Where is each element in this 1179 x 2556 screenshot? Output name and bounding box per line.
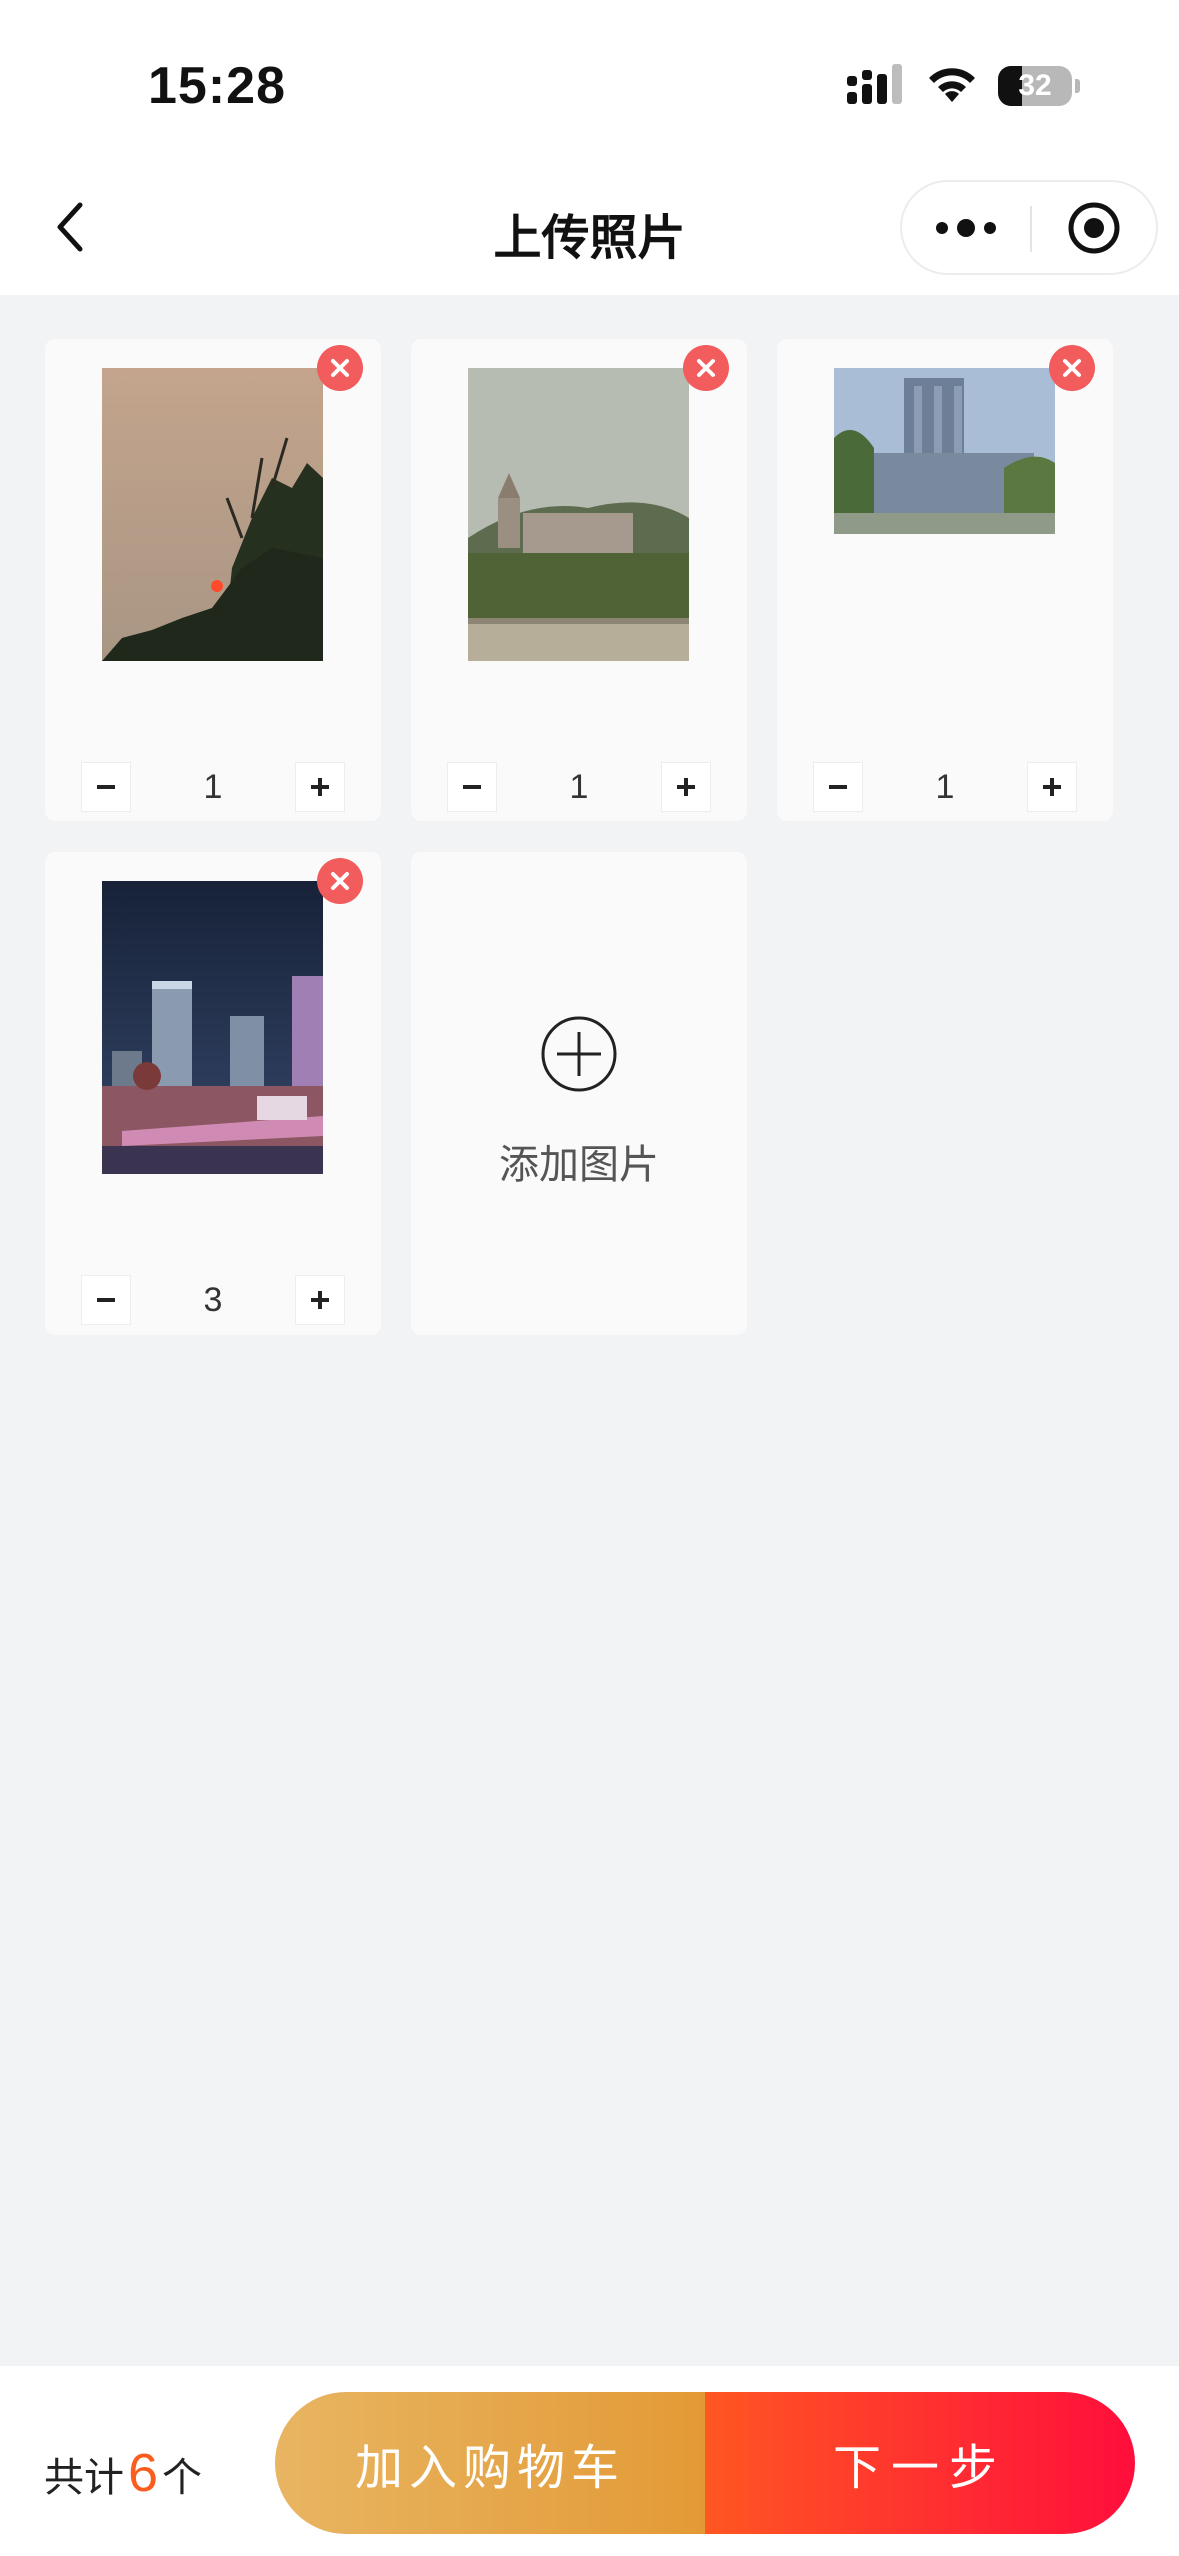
total-summary: 共计 6 个	[44, 2442, 202, 2504]
remove-photo-button[interactable]	[317, 345, 363, 391]
plus-icon	[311, 778, 329, 796]
decrease-quantity-button[interactable]	[447, 762, 497, 812]
quantity-value: 1	[203, 768, 223, 806]
target-circle-icon	[1068, 202, 1120, 253]
photo-card: 1	[777, 339, 1113, 821]
minus-icon	[97, 1298, 115, 1302]
bottom-action-bar: 共计 6 个 加入购物车 下一步	[0, 2366, 1179, 2556]
remove-photo-button[interactable]	[1049, 345, 1095, 391]
action-button-group: 加入购物车 下一步	[275, 2392, 1135, 2534]
photo-card: 1	[411, 339, 747, 821]
quantity-value: 1	[935, 768, 955, 806]
minus-icon	[97, 785, 115, 789]
status-time: 15:28	[148, 57, 286, 115]
close-icon	[331, 872, 349, 890]
minus-icon	[829, 785, 847, 789]
increase-quantity-button[interactable]	[295, 762, 345, 812]
photo-card: 3	[45, 852, 381, 1335]
photo-thumbnail[interactable]	[102, 368, 323, 661]
add-photo-label: 添加图片	[499, 1142, 659, 1188]
wifi-icon	[929, 68, 975, 102]
add-circle-icon	[541, 1016, 617, 1092]
next-step-button[interactable]: 下一步	[705, 2392, 1135, 2534]
decrease-quantity-button[interactable]	[813, 762, 863, 812]
quantity-stepper: 1	[813, 762, 1077, 812]
photo-thumbnail[interactable]	[834, 368, 1055, 534]
total-suffix: 个	[162, 2455, 203, 2501]
remove-photo-button[interactable]	[683, 345, 729, 391]
close-icon	[697, 359, 715, 377]
decrease-quantity-button[interactable]	[81, 762, 131, 812]
remove-photo-button[interactable]	[317, 858, 363, 904]
status-bar: 15:28 32	[0, 0, 1179, 160]
photo-thumbnail[interactable]	[468, 368, 689, 661]
quantity-stepper: 1	[81, 762, 345, 812]
quantity-value: 3	[203, 1281, 223, 1319]
close-icon	[1063, 359, 1081, 377]
quantity-stepper: 3	[81, 1275, 345, 1325]
navigation-bar: 上传照片	[0, 160, 1179, 295]
plus-icon	[677, 778, 695, 796]
battery-percent: 32	[1018, 69, 1052, 102]
more-menu-button[interactable]	[902, 182, 1030, 273]
plus-icon	[1043, 778, 1061, 796]
photo-thumbnail[interactable]	[102, 881, 323, 1174]
minus-icon	[463, 785, 481, 789]
add-to-cart-button[interactable]: 加入购物车	[275, 2392, 705, 2534]
mini-program-capsule	[900, 180, 1158, 275]
plus-icon	[311, 1291, 329, 1309]
quantity-value: 1	[569, 768, 589, 806]
total-count: 6	[128, 2443, 159, 2503]
add-photo-card[interactable]: 添加图片	[411, 852, 747, 1335]
total-prefix: 共计	[44, 2455, 124, 2501]
cellular-signal-icon	[847, 64, 902, 104]
photo-card: 1	[45, 339, 381, 821]
quantity-stepper: 1	[447, 762, 711, 812]
increase-quantity-button[interactable]	[1027, 762, 1077, 812]
close-miniprogram-button[interactable]	[1032, 182, 1156, 273]
more-dots-icon	[936, 218, 996, 237]
close-icon	[331, 359, 349, 377]
increase-quantity-button[interactable]	[661, 762, 711, 812]
increase-quantity-button[interactable]	[295, 1275, 345, 1325]
decrease-quantity-button[interactable]	[81, 1275, 131, 1325]
battery-indicator: 32	[998, 66, 1080, 106]
